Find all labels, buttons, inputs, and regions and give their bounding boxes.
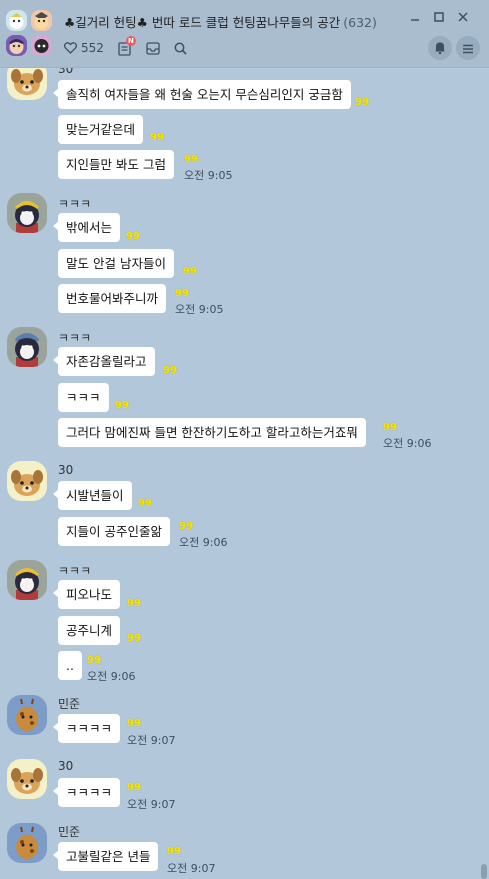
close-button[interactable] [451,8,475,24]
message-bubble[interactable]: 그러다 맘에진짜 들면 한잔하기도하고 할라고하는거죠뭐 [58,418,366,447]
message-bubble[interactable]: 솔직히 여자들을 왜 헌술 오는지 무슨심리인지 궁금함 [53,80,351,109]
room-name: ♣길거리 헌팅♣ 번따 로드 클럽 헌팅꿈나무들의 공간 [64,15,341,30]
search-button[interactable] [174,42,187,55]
maximize-button[interactable] [427,8,451,24]
minimize-icon [410,7,420,26]
inbox-button[interactable] [146,41,160,55]
notification-button[interactable] [428,36,452,60]
likes-count: 552 [81,41,104,55]
sender-name: ㅋㅋㅋ [58,564,92,578]
heart-icon [64,42,77,54]
message-bubble[interactable]: ㅋㅋㅋㅋ [52,714,121,743]
chat-message-area[interactable]: 30 ㅋㅋㅋ ㅋㅋㅋ 30 ㅋㅋㅋ 민준 30 민준 솔직히 여자들을 왜 헌술… [0,68,489,879]
minimize-button[interactable] [403,8,427,24]
message-bubble[interactable]: 자존감올릴라고 [53,347,155,376]
unread-count: 99 [150,132,164,143]
sender-name: 30 [58,463,74,477]
message-bubble[interactable]: 지들이 공주인줄앎 [58,517,170,546]
sender-name: ㅋㅋㅋ [58,197,92,211]
sender-name: 30 [58,759,74,773]
chat-header: ♣길거리 헌팅♣ 번따 로드 클럽 헌팅꿈나무들의 공간 (632) 552 N [0,0,489,68]
message-time: 오전 9:05 [175,303,224,316]
avatar-penguin-icon[interactable] [7,327,47,367]
unread-count: 99 [184,154,198,165]
room-title: ♣길거리 헌팅♣ 번따 로드 클럽 헌팅꿈나무들의 공간 (632) [64,13,394,33]
member-avatar-icon [31,10,52,31]
avatar-giraffe-icon[interactable] [7,823,47,863]
chat-scrollbar[interactable] [481,864,487,879]
message-bubble[interactable]: ㅋㅋㅋㅋ [52,778,121,807]
message-time: 오전 9:05 [184,169,233,182]
member-avatar-icon [31,35,52,56]
menu-button[interactable] [456,36,480,60]
message-bubble[interactable]: 번호물어봐주니까 [58,284,167,313]
participant-count: (632) [343,15,377,30]
message-bubble[interactable]: 밖에서는 [52,213,121,242]
unread-count: 99 [126,231,140,242]
avatar-penguin-icon[interactable] [7,193,47,233]
inbox-icon [146,41,160,55]
search-icon [174,42,187,55]
avatar-penguin-icon[interactable] [7,560,47,600]
unread-count: 99 [175,288,189,299]
room-avatar-group[interactable] [6,10,54,58]
message-bubble[interactable]: 말도 안걸 남자들이 [58,249,174,278]
message-bubble[interactable]: 공주니계 [58,616,121,645]
unread-count: 99 [383,422,397,433]
notice-button[interactable]: N [118,35,136,56]
message-time: 오전 9:07 [127,734,176,747]
unread-count: 99 [163,365,177,376]
bell-icon [434,39,446,58]
message-time: 오전 9:06 [383,437,432,450]
notice-new-badge: N [125,35,136,46]
message-time: 오전 9:07 [127,798,176,811]
avatar-giraffe-icon[interactable] [7,695,47,735]
message-bubble[interactable]: 고불릴같은 년들 [52,842,159,871]
window-controls [403,8,475,24]
sender-name: 민준 [58,697,81,711]
menu-icon [462,39,474,58]
likes-button[interactable]: 552 [64,41,104,55]
message-time: 오전 9:07 [167,862,216,875]
sender-name: 민준 [58,825,81,839]
unread-count: 99 [127,598,141,609]
sender-name: ㅋㅋㅋ [58,331,92,345]
room-toolbar: 552 N [64,35,201,58]
unread-count: 99 [183,266,197,277]
message-bubble[interactable]: 시발년들이 [53,481,132,510]
avatar-dog-icon[interactable] [7,461,47,501]
avatar-dog-icon[interactable] [7,759,47,799]
unread-count: 99 [87,655,101,666]
close-icon [458,7,468,26]
unread-count: 99 [167,846,181,857]
sender-name: 30 [58,68,74,76]
unread-count: 99 [127,633,141,644]
member-avatar-icon [6,35,27,56]
unread-count: 99 [355,97,369,108]
message-time: 오전 9:06 [87,670,136,683]
unread-count: 99 [115,400,129,411]
unread-count: 99 [127,782,141,793]
unread-count: 99 [127,718,141,729]
member-avatar-icon [6,10,27,31]
unread-count: 99 [179,521,193,532]
message-bubble[interactable]: 지인들만 봐도 그럼 [58,150,174,179]
message-bubble[interactable]: 피오나도 [52,580,121,609]
unread-count: 99 [138,498,152,509]
message-bubble[interactable]: 맞는거같은데 [58,115,144,144]
avatar-dog-icon[interactable] [7,68,47,100]
message-time: 오전 9:06 [179,536,228,549]
maximize-icon [434,7,444,26]
message-bubble[interactable]: ㅋㅋㅋ [58,383,109,412]
message-bubble[interactable]: .. [58,651,82,680]
